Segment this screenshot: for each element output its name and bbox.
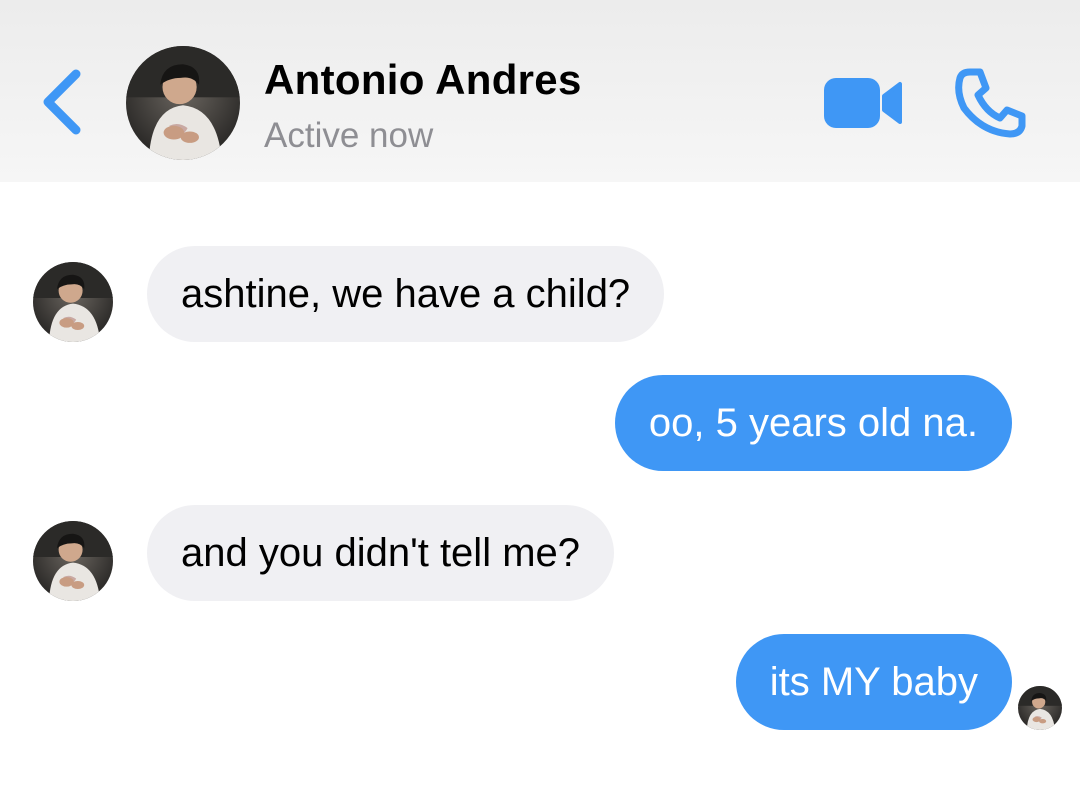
outgoing-message-bubble[interactable]: oo, 5 years old na. [614,375,1012,471]
video-camera-icon [824,78,902,128]
incoming-message-bubble[interactable]: and you didn't tell me? [147,505,615,601]
incoming-message-bubble[interactable]: ashtine, we have a child? [147,246,665,342]
sender-avatar[interactable] [33,521,113,601]
video-call-button[interactable] [822,74,904,132]
chevron-left-icon [43,69,81,135]
back-button[interactable] [36,66,92,138]
seen-indicator-avatar [1018,686,1062,730]
chat-header: Antonio Andres Active now [0,0,1080,182]
phone-icon [955,68,1026,138]
contact-name[interactable]: Antonio Andres [264,56,582,104]
contact-avatar[interactable] [126,46,240,160]
sender-avatar[interactable] [33,262,113,342]
messenger-screen: Antonio Andres Active now ashtine, we ha… [0,0,1080,795]
outgoing-message-bubble[interactable]: its MY baby [735,634,1012,730]
active-status: Active now [264,116,434,155]
voice-call-button[interactable] [952,66,1028,138]
